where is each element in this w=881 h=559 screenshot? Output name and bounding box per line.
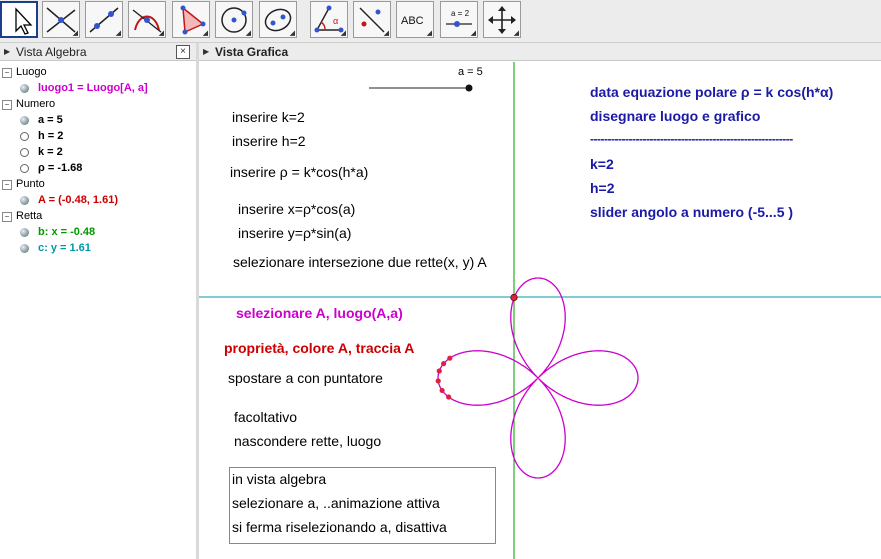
ellipse-tool-button[interactable]: ◢ bbox=[259, 1, 297, 38]
trace-dot bbox=[435, 378, 441, 384]
reflect-tool-button[interactable]: ◢ bbox=[353, 1, 391, 38]
polygon-tool-button[interactable]: ◢ bbox=[172, 1, 210, 38]
collapse-arrow-icon[interactable]: ▶ bbox=[203, 47, 209, 56]
text-tool-button[interactable]: ABC ◢ bbox=[396, 1, 434, 38]
graphics-view-title: Vista Grafica bbox=[215, 45, 289, 59]
tree-collapse-icon[interactable]: − bbox=[2, 212, 12, 222]
group-label-luogo: Luogo bbox=[16, 66, 47, 78]
visibility-toggle-icon[interactable] bbox=[20, 244, 29, 253]
object-h[interactable]: h = 2 bbox=[38, 129, 63, 143]
point-a[interactable] bbox=[510, 293, 518, 302]
tree-collapse-icon[interactable]: − bbox=[2, 180, 12, 190]
instruction-text[interactable]: proprietà, colore A, traccia A bbox=[224, 340, 414, 356]
note-text[interactable]: disegnare luogo e grafico bbox=[590, 108, 760, 124]
object-k[interactable]: k = 2 bbox=[38, 145, 63, 159]
note-line: si ferma riselezionando a, disattiva bbox=[232, 519, 447, 535]
line-tool-button[interactable]: ◢ bbox=[85, 1, 123, 38]
instruction-text[interactable]: inserire h=2 bbox=[232, 133, 306, 149]
note-text[interactable]: data equazione polare ρ = k cos(h*α) bbox=[590, 84, 833, 100]
visibility-toggle-icon[interactable] bbox=[20, 196, 29, 205]
group-label-retta: Retta bbox=[16, 210, 43, 222]
visibility-toggle-icon[interactable] bbox=[20, 132, 29, 141]
instruction-text[interactable]: selezionare A, luogo(A,a) bbox=[236, 305, 403, 321]
group-label-numero: Numero bbox=[16, 98, 56, 110]
visibility-toggle-icon[interactable] bbox=[20, 116, 29, 125]
svg-text:a = 2: a = 2 bbox=[451, 9, 470, 18]
algebra-view: − Luogo luogo1 = Luogo[A, a] − Numero a … bbox=[0, 62, 196, 559]
angle-tool-button[interactable]: α ◢ bbox=[310, 1, 348, 38]
slider-handle[interactable] bbox=[465, 84, 473, 92]
collapse-arrow-icon[interactable]: ▶ bbox=[4, 47, 10, 56]
note-line: selezionare a, ..animazione attiva bbox=[232, 495, 440, 511]
note-text[interactable]: h=2 bbox=[590, 180, 615, 196]
animation-note-box[interactable]: in vista algebra selezionare a, ..animaz… bbox=[229, 467, 496, 544]
note-text[interactable]: slider angolo a numero (-5...5 ) bbox=[590, 204, 793, 220]
trace-dot bbox=[446, 394, 452, 400]
move-view-tool-button[interactable]: ◢ bbox=[483, 1, 521, 38]
toolbar: ◢ ◢ ◢ ◢ ◢ ◢ α ◢ ◢ ABC ◢ a = 2 ◢ ◢ bbox=[0, 0, 881, 43]
tree-collapse-icon[interactable]: − bbox=[2, 100, 12, 110]
trace-dot bbox=[436, 368, 442, 374]
visibility-toggle-icon[interactable] bbox=[20, 148, 29, 157]
trace-dot bbox=[447, 355, 453, 361]
svg-text:α: α bbox=[333, 16, 338, 26]
algebra-view-header: ▶ Vista Algebra × bbox=[0, 43, 196, 61]
note-separator: ----------------------------------------… bbox=[590, 132, 793, 146]
instruction-text[interactable]: inserire k=2 bbox=[232, 109, 305, 125]
instruction-text[interactable]: inserire x=ρ*cos(a) bbox=[238, 201, 355, 217]
visibility-toggle-icon[interactable] bbox=[20, 84, 29, 93]
instruction-text[interactable]: facoltativo bbox=[234, 409, 297, 425]
close-icon[interactable]: × bbox=[176, 45, 190, 59]
instruction-text[interactable]: inserire y=ρ*sin(a) bbox=[238, 225, 351, 241]
trace-dot bbox=[440, 361, 447, 367]
object-line-b[interactable]: b: x = -0.48 bbox=[38, 225, 95, 239]
object-point-a[interactable]: A = (-0.48, 1.61) bbox=[38, 193, 118, 207]
slider-tool-button[interactable]: a = 2 ◢ bbox=[440, 1, 478, 38]
visibility-toggle-icon[interactable] bbox=[20, 228, 29, 237]
perpendicular-tool-button[interactable]: ◢ bbox=[128, 1, 166, 38]
object-a[interactable]: a = 5 bbox=[38, 113, 63, 127]
tree-collapse-icon[interactable]: − bbox=[2, 68, 12, 78]
graphics-view[interactable]: a = 5 inserire k=2 inserire h=2 inserire… bbox=[199, 62, 881, 559]
instruction-text[interactable]: nascondere rette, luogo bbox=[234, 433, 381, 449]
algebra-view-title: Vista Algebra bbox=[16, 45, 87, 59]
object-luogo1[interactable]: luogo1 = Luogo[A, a] bbox=[38, 81, 148, 95]
svg-text:ABC: ABC bbox=[401, 15, 424, 27]
move-tool-button[interactable] bbox=[0, 1, 38, 38]
move-tool-icon bbox=[15, 7, 33, 35]
locus-curve[interactable] bbox=[437, 277, 639, 479]
instruction-text[interactable]: spostare a con puntatore bbox=[228, 370, 383, 386]
intersect-tool-button[interactable]: ◢ bbox=[42, 1, 80, 38]
circle-tool-button[interactable]: ◢ bbox=[215, 1, 253, 38]
instruction-text[interactable]: inserire ρ = k*cos(h*a) bbox=[230, 164, 368, 180]
instruction-text[interactable]: selezionare intersezione due rette(x, y)… bbox=[233, 254, 487, 270]
graphics-view-header: ▶ Vista Grafica bbox=[199, 43, 881, 61]
note-line: in vista algebra bbox=[232, 471, 327, 487]
object-rho[interactable]: ρ = -1.68 bbox=[38, 161, 82, 175]
trace-dot bbox=[439, 387, 445, 394]
group-label-punto: Punto bbox=[16, 178, 45, 190]
slider-label: a = 5 bbox=[458, 66, 483, 78]
visibility-toggle-icon[interactable] bbox=[20, 164, 29, 173]
object-line-c[interactable]: c: y = 1.61 bbox=[38, 241, 91, 255]
note-text[interactable]: k=2 bbox=[590, 156, 614, 172]
